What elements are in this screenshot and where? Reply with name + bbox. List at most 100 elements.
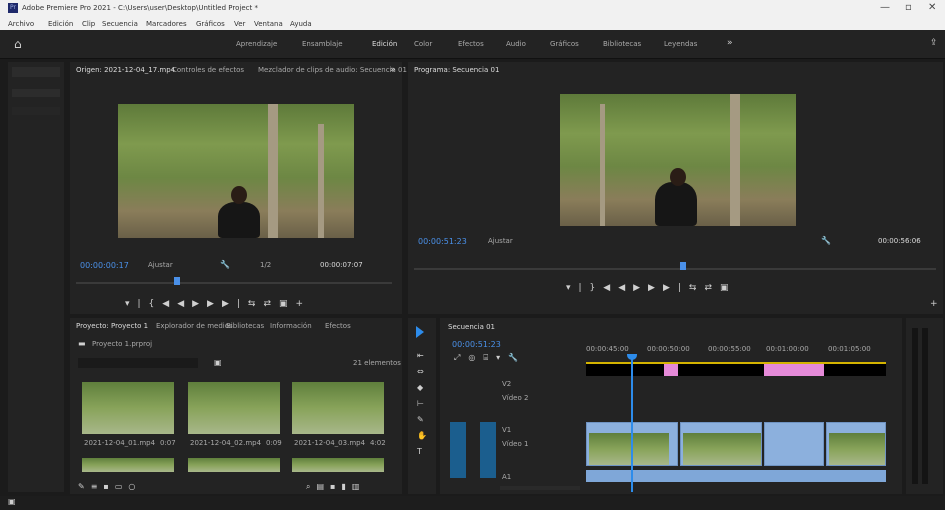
tree-trunk	[268, 104, 278, 238]
close-button[interactable]: ✕	[928, 2, 936, 13]
playhead-handle[interactable]	[627, 354, 637, 360]
tool-icons[interactable]: ⇤ ⇔ ◆ ⊢ ✎ ✋ T	[417, 348, 427, 460]
audio-meter-left	[912, 328, 918, 484]
selection-tool-icon[interactable]	[416, 326, 424, 338]
more-workspaces-icon[interactable]: »	[727, 38, 733, 48]
timeline-playhead[interactable]	[631, 356, 633, 492]
project-file-name: Proyecto 1.prproj	[92, 340, 153, 348]
video-clip[interactable]	[764, 422, 824, 466]
project-item-count: 21 elementos	[353, 359, 401, 367]
thumbnail-clip-5[interactable]	[188, 458, 280, 472]
minimize-button[interactable]: —	[880, 2, 890, 13]
workspace-tab-active[interactable]: Edición	[372, 40, 397, 48]
thumbnail-name: 2021-12-04_02.mp4	[190, 439, 262, 447]
tab-info[interactable]: Información	[270, 322, 312, 330]
share-icon[interactable]: ⇪	[930, 38, 938, 48]
menu-edicion[interactable]: Edición	[48, 20, 73, 28]
program-scrub-bar[interactable]	[414, 268, 936, 270]
project-search-input[interactable]	[78, 358, 198, 368]
menu-secuencia[interactable]: Secuencia	[102, 20, 138, 28]
pink-clip[interactable]	[664, 364, 678, 376]
wrench-icon[interactable]: 🔧	[821, 236, 831, 245]
track-label-v1[interactable]: V1	[502, 426, 511, 434]
track-target-v1[interactable]	[450, 422, 466, 478]
program-fit-select[interactable]: Ajustar	[488, 237, 513, 245]
workspace-tab[interactable]: Bibliotecas	[603, 40, 641, 48]
source-fit-select[interactable]: Ajustar	[148, 261, 173, 269]
workspace-tab[interactable]: Aprendizaje	[236, 40, 277, 48]
source-duration: 00:00:07:07	[320, 261, 363, 269]
menu-graficos[interactable]: Gráficos	[196, 20, 225, 28]
thumbnail-clip-1[interactable]	[82, 382, 174, 434]
workspace-tab[interactable]: Gráficos	[550, 40, 579, 48]
tab-program[interactable]: Programa: Secuencia 01	[414, 66, 499, 74]
timeline-zoom-scroll[interactable]	[500, 486, 580, 490]
timeline-tool-icons[interactable]: ⤢◎⌸▾🔧	[454, 353, 526, 363]
workspace-tab[interactable]: Ensamblaje	[302, 40, 343, 48]
program-timecode[interactable]: 00:00:51:23	[418, 237, 467, 246]
home-icon[interactable]: ⌂	[14, 37, 22, 51]
program-video-frame	[560, 94, 796, 226]
source-timecode[interactable]: 00:00:00:17	[80, 261, 129, 270]
ruler-label: 00:00:50:00	[647, 345, 690, 353]
video-clip[interactable]	[680, 422, 762, 466]
program-transport-controls[interactable]: ▾|}◀◀▶▶▶|⇆⇄▣	[566, 283, 737, 293]
new-bin-icon[interactable]: ▣	[214, 358, 222, 367]
thumbnail-clip-4[interactable]	[82, 458, 174, 472]
source-playhead[interactable]	[174, 277, 180, 285]
workspace-tab[interactable]: Leyendas	[664, 40, 697, 48]
thumbnail-duration: 0:07	[160, 439, 176, 447]
workspace-tab[interactable]: Audio	[506, 40, 526, 48]
person-figure	[655, 182, 697, 226]
tab-audio-mixer[interactable]: Mezclador de clips de audio: Secuencia 0…	[258, 66, 407, 74]
tab-libraries[interactable]: Bibliotecas	[226, 322, 264, 330]
tab-effect-controls[interactable]: Controles de efectos	[172, 66, 244, 74]
track-label-a1[interactable]: A1	[502, 473, 511, 481]
wrench-icon[interactable]: 🔧	[220, 260, 230, 269]
tab-effects[interactable]: Efectos	[325, 322, 351, 330]
menu-ventana[interactable]: Ventana	[254, 20, 283, 28]
timeline-timecode[interactable]: 00:00:51:23	[452, 340, 501, 349]
workspace-tab[interactable]: Color	[414, 40, 432, 48]
title-bar: Pr Adobe Premiere Pro 2021 - C:\Users\us…	[0, 0, 945, 18]
source-ratio-select[interactable]: 1/2	[260, 261, 271, 269]
thumbnail-name: 2021-12-04_01.mp4	[84, 439, 156, 447]
project-view-controls[interactable]: ✎≡▪▭○	[78, 482, 141, 491]
menu-archivo[interactable]: Archivo	[8, 20, 34, 28]
tab-project[interactable]: Proyecto: Proyecto 1	[76, 322, 148, 330]
source-scrub-bar[interactable]	[76, 282, 392, 284]
thumbnail-clip-6[interactable]	[292, 458, 384, 472]
tab-sequence[interactable]: Secuencia 01	[448, 323, 495, 331]
person-figure	[292, 382, 310, 412]
thumbnail-clip-3[interactable]	[292, 382, 384, 434]
maximize-button[interactable]: ▫	[905, 2, 912, 13]
video-clip[interactable]	[826, 422, 886, 466]
track-label-v2[interactable]: V2	[502, 380, 511, 388]
thumbnail-clip-2[interactable]	[188, 382, 280, 434]
tree-trunk	[730, 94, 740, 226]
source-monitor: Origen: 2021-12-04_17.mp4 Controles de e…	[70, 62, 407, 314]
tab-media-browser[interactable]: Explorador de medios	[156, 322, 233, 330]
status-bar: ▣	[0, 496, 945, 510]
left-tool-panel	[8, 62, 64, 492]
person-head	[670, 168, 686, 186]
menu-ayuda[interactable]: Ayuda	[290, 20, 312, 28]
person-figure	[82, 382, 100, 400]
menu-marcadores[interactable]: Marcadores	[146, 20, 187, 28]
tools-panel: ⇤ ⇔ ◆ ⊢ ✎ ✋ T	[408, 318, 436, 494]
workspace-tab[interactable]: Efectos	[458, 40, 484, 48]
menu-ver[interactable]: Ver	[234, 20, 245, 28]
timeline-panel: Secuencia 01 00:00:51:23 ⤢◎⌸▾🔧 00:00:45:…	[440, 318, 902, 494]
clip-thumbnail	[589, 433, 669, 465]
panel-menu-icon[interactable]: »	[390, 65, 396, 75]
pink-clip[interactable]	[764, 364, 824, 376]
program-playhead[interactable]	[680, 262, 686, 270]
project-action-icons[interactable]: ⌕▤▪▮▥	[306, 482, 365, 492]
tab-source[interactable]: Origen: 2021-12-04_17.mp4	[76, 66, 175, 74]
menu-bar: Archivo Edición Clip Secuencia Marcadore…	[0, 18, 945, 30]
project-panel: Proyecto: Proyecto 1 Explorador de medio…	[70, 318, 402, 494]
source-transport-controls[interactable]: ▾|{◀◀▶▶▶|⇆⇄▣+	[125, 299, 311, 309]
add-button-icon[interactable]: +	[930, 299, 938, 309]
menu-clip[interactable]: Clip	[82, 20, 95, 28]
track-source-v1[interactable]	[480, 422, 496, 478]
